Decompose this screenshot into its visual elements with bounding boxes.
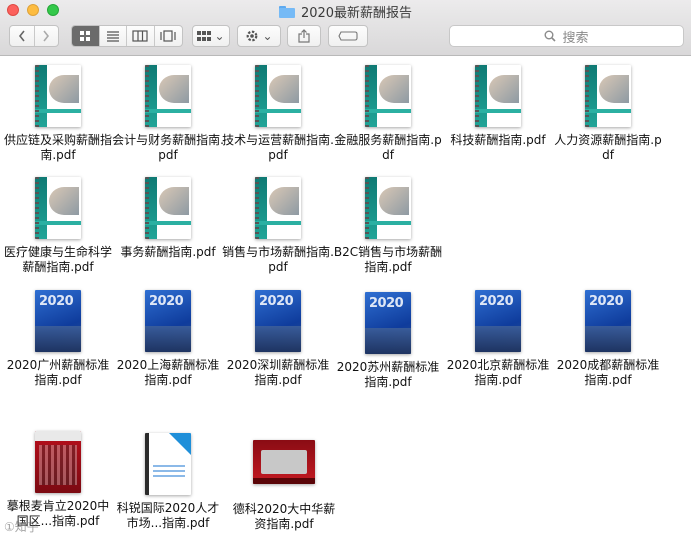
pdf-thumbnail-icon: 2020 [35,290,81,352]
file-item[interactable]: 人力资源薪酬指南.pdf [552,65,664,163]
action-button[interactable]: ⌄ [237,25,281,47]
gear-icon [247,30,258,42]
pdf-thumbnail-icon [145,177,191,239]
toolbar: 2020最新薪酬报告 ⌄ ⌄ 搜索 [0,0,691,56]
share-button[interactable] [287,25,321,47]
chevron-left-icon [18,30,25,42]
file-name: 科技薪酬指南.pdf [450,133,546,147]
file-name: 2020上海薪酬标准指南.pdf [116,358,220,387]
nav-buttons [9,25,59,47]
pdf-thumbnail-icon [585,65,631,127]
file-item[interactable]: 2020 2020北京薪酬标准指南.pdf [442,290,554,388]
group-button[interactable]: ⌄ [192,25,230,47]
file-name: 事务薪酬指南.pdf [120,245,216,259]
file-name: 医疗健康与生命科学薪酬指南.pdf [3,245,112,274]
file-item[interactable]: B2C销售与市场薪酬指南.pdf [332,177,444,275]
column-view-button[interactable] [127,26,155,46]
chevron-down-icon: ⌄ [214,29,225,43]
watermark: ①知乎 [4,520,39,534]
pdf-thumbnail-icon [253,440,315,484]
pdf-thumbnail-icon [35,65,81,127]
pdf-thumbnail-icon [475,65,521,127]
file-grid: 供应链及采购薪酬指南.pdf 会计与财务薪酬指南.pdf 技术与运营薪酬指南.p… [0,57,691,540]
pdf-thumbnail-icon [35,177,81,239]
search-field[interactable]: 搜索 [449,25,684,47]
cover-year: 2020 [39,294,74,309]
pdf-thumbnail-icon: 2020 [585,290,631,352]
forward-button[interactable] [35,26,59,46]
chevron-right-icon [43,30,50,42]
view-mode-segment [71,25,183,47]
file-item[interactable]: 科锐国际2020人才市场...指南.pdf [112,433,224,531]
pdf-thumbnail-icon: 2020 [365,292,411,354]
pdf-thumbnail-icon [35,431,81,493]
pdf-thumbnail-icon: 2020 [475,290,521,352]
pdf-thumbnail-icon [365,177,411,239]
pdf-thumbnail-icon [255,65,301,127]
window-title: 2020最新薪酬报告 [0,2,691,21]
pdf-thumbnail-icon [255,177,301,239]
file-name: 2020苏州薪酬标准指南.pdf [336,360,440,389]
file-item[interactable]: 科技薪酬指南.pdf [442,65,554,148]
gallery-view-button[interactable] [155,26,182,46]
group-icon [197,31,212,41]
file-name: 2020北京薪酬标准指南.pdf [446,358,550,387]
pdf-thumbnail-icon: 2020 [255,290,301,352]
columns-icon [132,30,148,42]
file-item[interactable]: 德科2020大中华薪资指南.pdf [228,440,340,532]
file-item[interactable]: 会计与财务薪酬指南.pdf [112,65,224,163]
file-name: 2020深圳薪酬标准指南.pdf [226,358,330,387]
tag-icon [338,31,358,41]
share-icon [298,29,310,43]
gallery-icon [160,30,176,42]
cover-year: 2020 [369,296,404,311]
chevron-down-icon: ⌄ [262,29,273,43]
pdf-thumbnail-icon [145,433,191,495]
cover-year: 2020 [589,294,624,309]
file-item[interactable]: 2020 2020深圳薪酬标准指南.pdf [222,290,334,388]
finder-window: 2020最新薪酬报告 ⌄ ⌄ 搜索 供应链及采购薪酬指南.pdf 会计与财务薪酬… [0,0,691,540]
pdf-thumbnail-icon [145,65,191,127]
folder-icon [278,5,295,18]
cover-year: 2020 [259,294,294,309]
window-title-text: 2020最新薪酬报告 [300,6,413,21]
file-item[interactable]: 技术与运营薪酬指南.pdf [222,65,334,163]
file-name: 德科2020大中华薪资指南.pdf [232,502,336,531]
file-item[interactable]: 医疗健康与生命科学薪酬指南.pdf [2,177,114,275]
back-button[interactable] [10,26,35,46]
file-name: 供应链及采购薪酬指南.pdf [3,133,112,162]
tag-button[interactable] [328,25,368,47]
file-name: 科锐国际2020人才市场...指南.pdf [116,501,220,530]
file-item[interactable]: 2020 2020成都薪酬标准指南.pdf [552,290,664,388]
file-item[interactable]: 供应链及采购薪酬指南.pdf [2,65,114,163]
pdf-thumbnail-icon [365,65,411,127]
cover-year: 2020 [479,294,514,309]
file-item[interactable]: 摹根麦肯立2020中国区...指南.pdf [2,431,114,529]
icon-view-button[interactable] [72,26,100,46]
file-item[interactable]: 2020 2020广州薪酬标准指南.pdf [2,290,114,388]
search-icon [544,30,557,42]
file-item[interactable]: 金融服务薪酬指南.pdf [332,65,444,163]
file-name: B2C销售与市场薪酬指南.pdf [333,245,443,274]
file-name: 技术与运营薪酬指南.pdf [222,133,334,162]
file-name: 金融服务薪酬指南.pdf [334,133,442,162]
file-item[interactable]: 2020 2020苏州薪酬标准指南.pdf [332,292,444,390]
file-item[interactable]: 2020 2020上海薪酬标准指南.pdf [112,290,224,388]
pdf-thumbnail-icon: 2020 [145,290,191,352]
list-icon [106,31,119,42]
file-name: 2020广州薪酬标准指南.pdf [6,358,110,387]
grid-icon [80,31,91,41]
file-name: 人力资源薪酬指南.pdf [554,133,662,162]
cover-year: 2020 [149,294,184,309]
search-placeholder: 搜索 [562,30,589,46]
file-name: 2020成都薪酬标准指南.pdf [556,358,660,387]
file-item[interactable]: 事务薪酬指南.pdf [112,177,224,260]
list-view-button[interactable] [100,26,127,46]
file-name: 会计与财务薪酬指南.pdf [112,133,224,162]
file-item[interactable]: 销售与市场薪酬指南.pdf [222,177,334,275]
file-name: 销售与市场薪酬指南.pdf [222,245,334,274]
